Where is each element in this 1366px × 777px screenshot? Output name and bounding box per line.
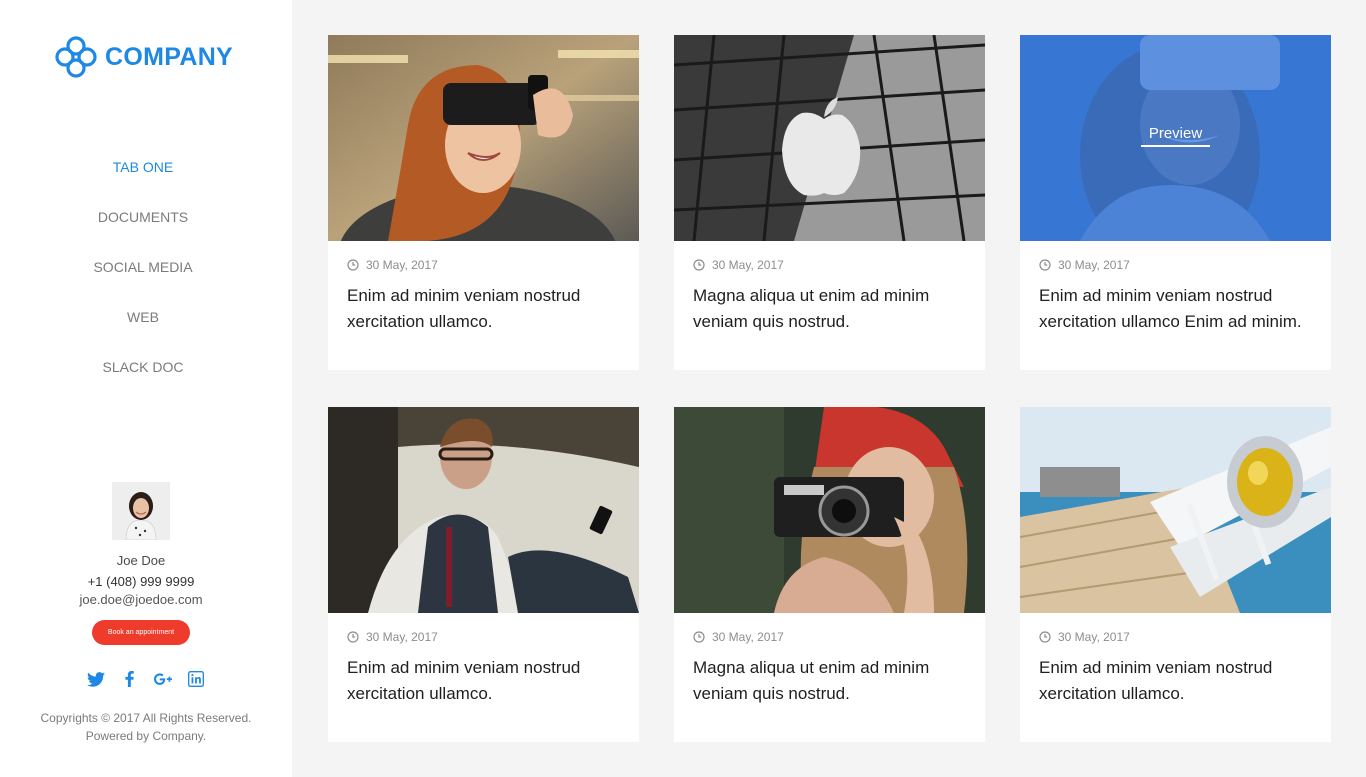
- preview-label[interactable]: Preview: [1140, 125, 1211, 147]
- clock-icon: [347, 631, 359, 643]
- card-date: 30 May, 2017: [693, 629, 784, 645]
- book-appointment-button[interactable]: Book an appointment: [92, 620, 190, 645]
- card-image-woman-camera[interactable]: [674, 407, 985, 613]
- preview-link[interactable]: Preview: [1020, 125, 1331, 147]
- clock-icon: [347, 259, 359, 271]
- card-date-text: 30 May, 2017: [366, 630, 438, 644]
- avatar-photo: [112, 482, 170, 540]
- card-date: 30 May, 2017: [1039, 257, 1130, 273]
- card-date: 30 May, 2017: [693, 257, 784, 273]
- avatar: [112, 482, 170, 540]
- linkedin-icon[interactable]: [186, 669, 206, 689]
- card-image-woman-vr-blue[interactable]: Preview: [1020, 35, 1331, 241]
- card-date-text: 30 May, 2017: [712, 258, 784, 272]
- card-image-woman-vr-headset[interactable]: [328, 35, 639, 241]
- card-image-pier-railing[interactable]: [1020, 407, 1331, 613]
- profile-email[interactable]: joe.doe@joedoe.com: [0, 592, 282, 607]
- nav-item-slack-doc[interactable]: SLACK DOC: [0, 342, 286, 392]
- copyright: Copyrights © 2017 All Rights Reserved. P…: [0, 709, 292, 745]
- card-date: 30 May, 2017: [1039, 629, 1130, 645]
- facebook-icon[interactable]: [119, 669, 139, 689]
- profile-card: Joe Doe +1 (408) 999 9999 joe.doe@joedoe…: [0, 482, 282, 645]
- card-date-text: 30 May, 2017: [1058, 630, 1130, 644]
- sidebar: COMPANY TAB ONE DOCUMENTS SOCIAL MEDIA W…: [0, 0, 292, 777]
- copyright-line: Copyrights © 2017 All Rights Reserved.: [40, 711, 252, 725]
- clock-icon: [1039, 631, 1051, 643]
- card-title[interactable]: Enim ad minim veniam nostrud xercitation…: [1039, 283, 1319, 335]
- logo-knot-icon: [55, 36, 97, 78]
- profile-name: Joe Doe: [116, 553, 166, 568]
- twitter-icon[interactable]: [86, 669, 106, 689]
- card-date-text: 30 May, 2017: [712, 630, 784, 644]
- article-card[interactable]: 30 May, 2017 Enim ad minim veniam nostru…: [1020, 407, 1331, 742]
- card-title[interactable]: Enim ad minim veniam nostrud xercitation…: [347, 283, 627, 335]
- card-title[interactable]: Magna aliqua ut enim ad minim veniam qui…: [693, 655, 973, 707]
- profile-phone[interactable]: +1 (408) 999 9999: [0, 574, 282, 589]
- card-date-text: 30 May, 2017: [1058, 258, 1130, 272]
- nav-item-social-media[interactable]: SOCIAL MEDIA: [0, 242, 286, 292]
- clock-icon: [693, 259, 705, 271]
- card-image-man-phone-couch[interactable]: [328, 407, 639, 613]
- social-links: [86, 669, 206, 689]
- article-card-hovered[interactable]: Preview 30 May, 2017 Enim ad minim venia…: [1020, 35, 1331, 370]
- card-title[interactable]: Enim ad minim veniam nostrud xercitation…: [1039, 655, 1319, 707]
- nav-item-web[interactable]: WEB: [0, 292, 286, 342]
- card-date: 30 May, 2017: [347, 257, 438, 273]
- nav-item-documents[interactable]: DOCUMENTS: [0, 192, 286, 242]
- article-card[interactable]: 30 May, 2017 Enim ad minim veniam nostru…: [328, 407, 639, 742]
- article-card[interactable]: 30 May, 2017 Magna aliqua ut enim ad min…: [674, 407, 985, 742]
- card-date: 30 May, 2017: [347, 629, 438, 645]
- clock-icon: [693, 631, 705, 643]
- card-date-text: 30 May, 2017: [366, 258, 438, 272]
- card-image-apple-store-glass[interactable]: [674, 35, 985, 241]
- google-plus-icon[interactable]: [153, 669, 173, 689]
- company-logo[interactable]: COMPANY: [53, 34, 233, 80]
- company-name: COMPANY: [105, 42, 234, 71]
- nav-item-tab-one[interactable]: TAB ONE: [0, 142, 286, 192]
- clock-icon: [1039, 259, 1051, 271]
- article-card[interactable]: 30 May, 2017 Magna aliqua ut enim ad min…: [674, 35, 985, 370]
- card-title[interactable]: Magna aliqua ut enim ad minim veniam qui…: [693, 283, 973, 335]
- article-card[interactable]: 30 May, 2017 Enim ad minim veniam nostru…: [328, 35, 639, 370]
- powered-by-line: Powered by Company.: [85, 729, 207, 743]
- main-nav: TAB ONE DOCUMENTS SOCIAL MEDIA WEB SLACK…: [0, 142, 286, 392]
- card-title[interactable]: Enim ad minim veniam nostrud xercitation…: [347, 655, 627, 707]
